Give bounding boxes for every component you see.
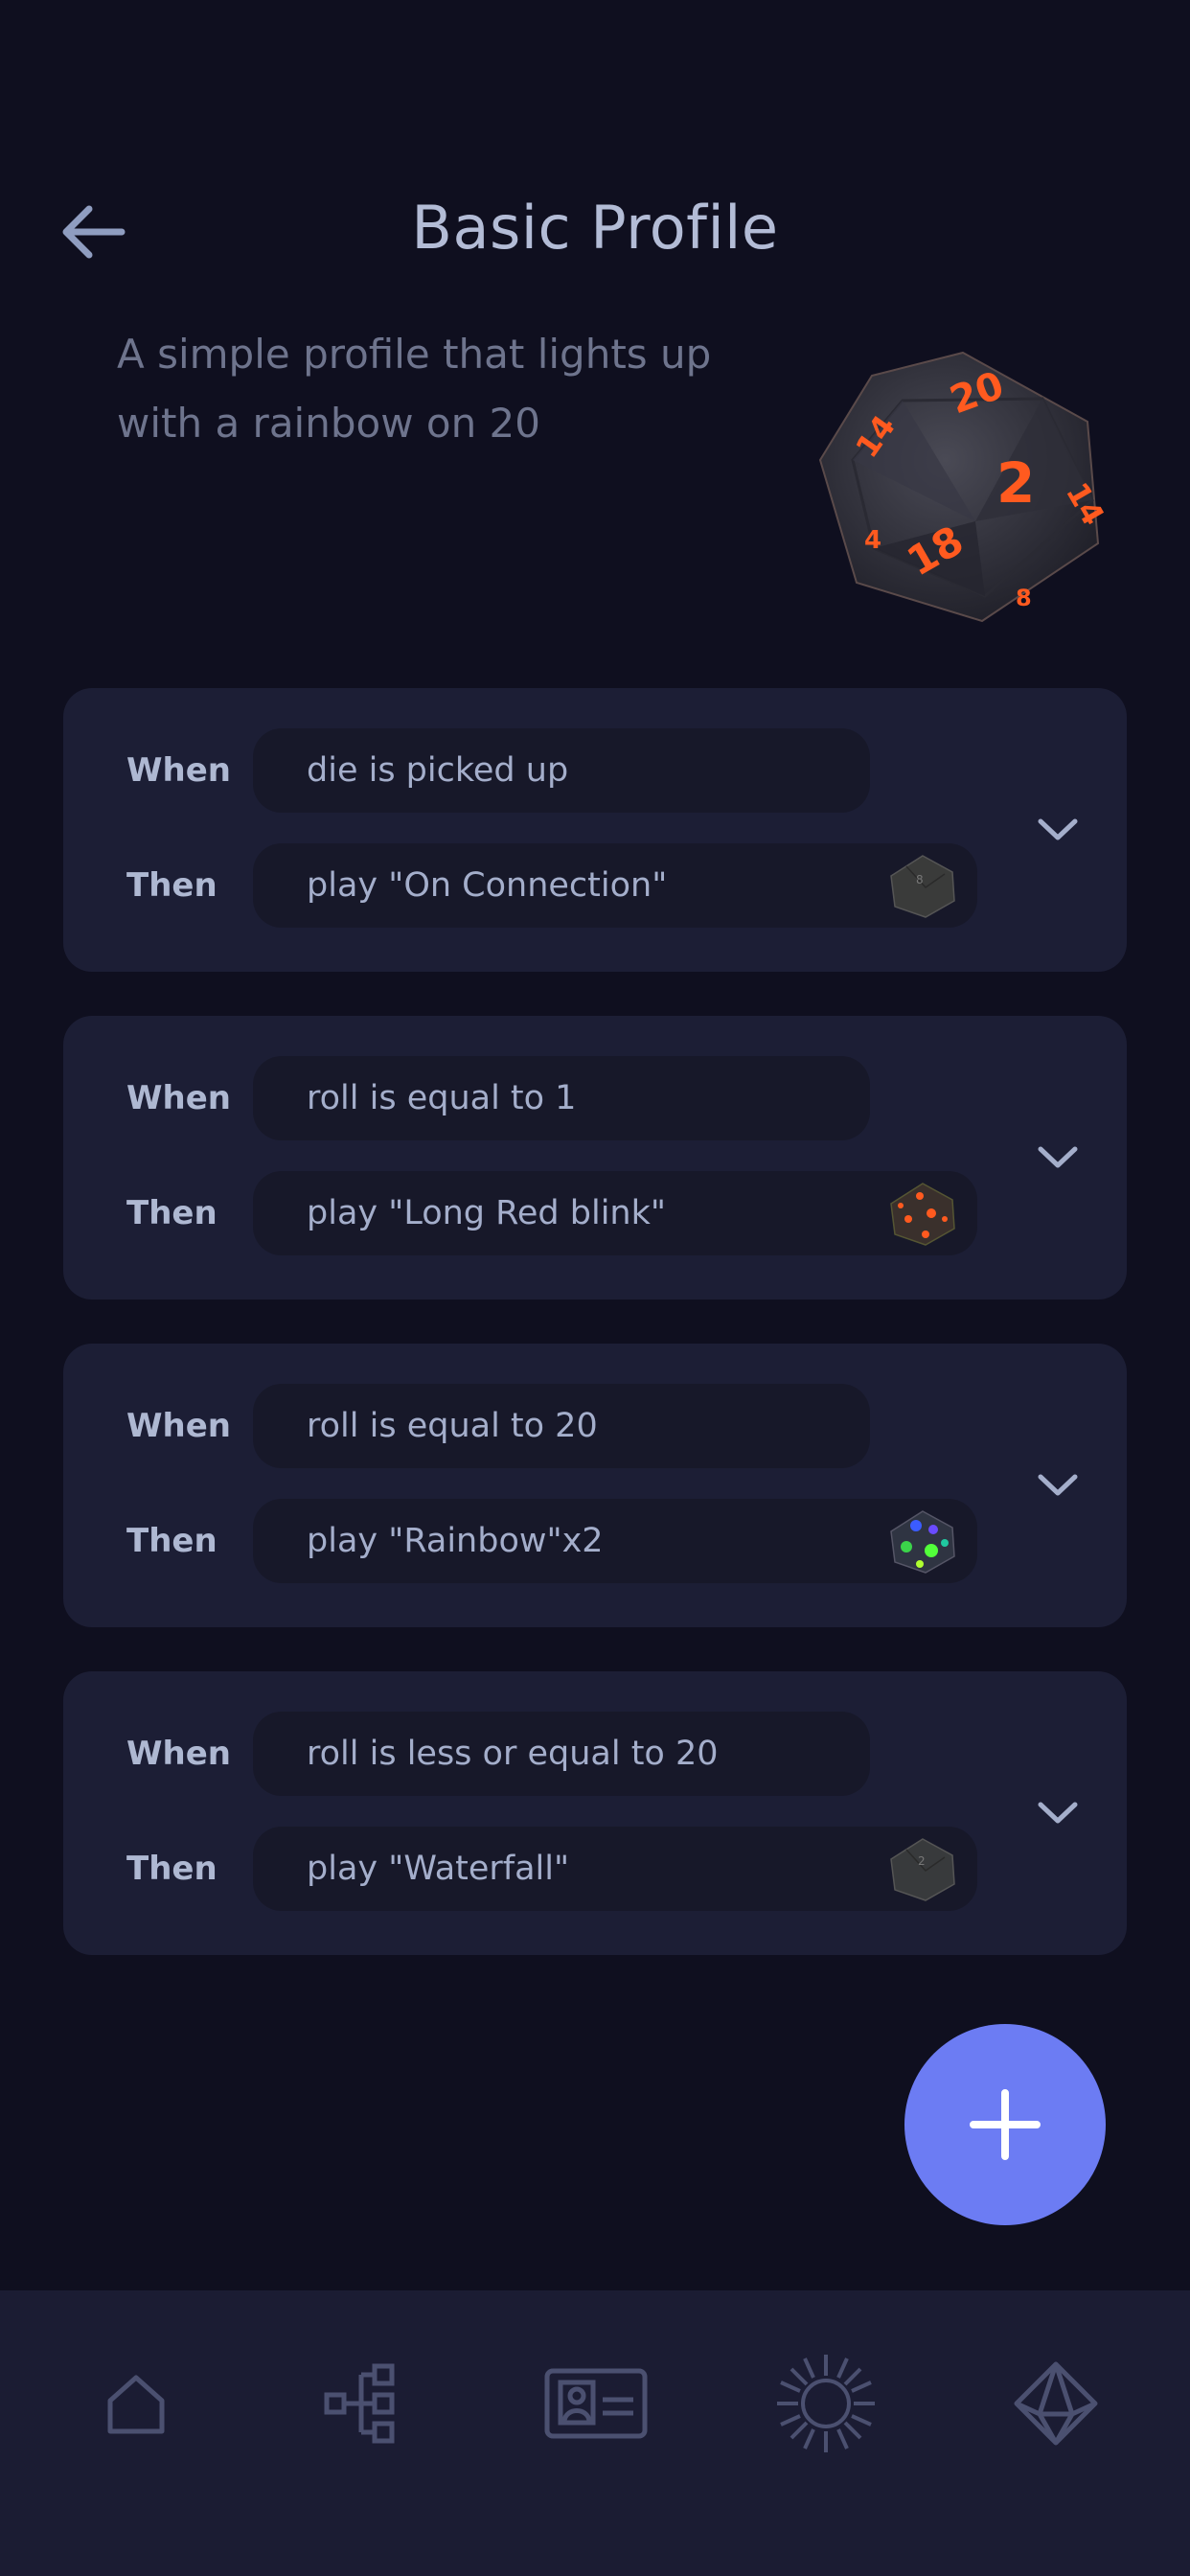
chevron-down-icon [1038, 1146, 1078, 1168]
chevron-down-icon [1038, 1802, 1078, 1824]
expand-chevron-button[interactable] [1029, 1457, 1087, 1514]
condition-field[interactable]: roll is less or equal to 20 [253, 1712, 870, 1796]
then-label: Then [126, 866, 217, 905]
when-label: When [126, 1079, 231, 1117]
nav-home[interactable] [69, 2336, 203, 2471]
condition-field[interactable]: roll is equal to 20 [253, 1384, 870, 1468]
hierarchy-icon [324, 2363, 395, 2444]
when-label: When [126, 751, 231, 790]
action-field[interactable]: play "Long Red blink" [253, 1171, 977, 1255]
when-label: When [126, 1735, 231, 1773]
animation-preview-icon [890, 1183, 955, 1246]
nav-animations[interactable] [759, 2336, 893, 2471]
then-label: Then [126, 1850, 217, 1888]
action-field[interactable]: play "Waterfall" 2 [253, 1827, 977, 1911]
profile-screen: Basic Profile A simple profile that ligh… [0, 0, 1190, 2576]
page-title: Basic Profile [411, 193, 779, 263]
home-icon [107, 2375, 165, 2434]
action-field[interactable]: play "Rainbow"x2 [253, 1499, 977, 1583]
when-label: When [126, 1407, 231, 1445]
svg-text:8: 8 [1016, 585, 1032, 611]
nav-dice[interactable] [989, 2336, 1123, 2471]
profile-description: A simple profile that lights up with a r… [117, 331, 712, 447]
animation-preview-icon [890, 1510, 955, 1574]
animation-preview-icon: 8 [890, 855, 955, 918]
rule-card[interactable]: When roll is less or equal to 20 Then pl… [63, 1671, 1127, 1955]
add-rule-button[interactable] [904, 2024, 1106, 2225]
bottom-nav [0, 2290, 1190, 2576]
svg-text:2: 2 [918, 1854, 926, 1868]
die-outline-icon [1014, 2361, 1098, 2446]
chevron-down-icon [1038, 1474, 1078, 1496]
sun-burst-icon [777, 2355, 875, 2452]
nav-hierarchy[interactable] [299, 2336, 433, 2471]
action-text: play "On Connection" [307, 866, 668, 905]
rule-card[interactable]: When roll is equal to 1 Then play "Long … [63, 1016, 1127, 1300]
expand-chevron-button[interactable] [1029, 1129, 1087, 1186]
rule-card[interactable]: When die is picked up Then play "On Conn… [63, 688, 1127, 972]
svg-text:4: 4 [864, 526, 881, 555]
rule-card[interactable]: When roll is equal to 20 Then play "Rain… [63, 1344, 1127, 1627]
profile-card-icon [544, 2368, 648, 2439]
animation-preview-icon: 2 [890, 1838, 955, 1901]
expand-chevron-button[interactable] [1029, 1784, 1087, 1842]
action-text: play "Waterfall" [307, 1850, 570, 1888]
nav-profiles[interactable] [529, 2336, 663, 2471]
condition-field[interactable]: die is picked up [253, 728, 870, 813]
action-text: play "Rainbow"x2 [307, 1522, 604, 1560]
then-label: Then [126, 1194, 217, 1232]
condition-field[interactable]: roll is equal to 1 [253, 1056, 870, 1140]
chevron-down-icon [1038, 818, 1078, 840]
plus-icon [970, 2089, 1041, 2160]
action-field[interactable]: play "On Connection" 8 [253, 843, 977, 928]
d20-die-image: 20 2 18 14 14 4 8 [818, 351, 1111, 623]
expand-chevron-button[interactable] [1029, 801, 1087, 859]
then-label: Then [126, 1522, 217, 1560]
svg-text:2: 2 [996, 450, 1035, 516]
svg-text:8: 8 [916, 873, 924, 886]
action-text: play "Long Red blink" [307, 1194, 666, 1232]
